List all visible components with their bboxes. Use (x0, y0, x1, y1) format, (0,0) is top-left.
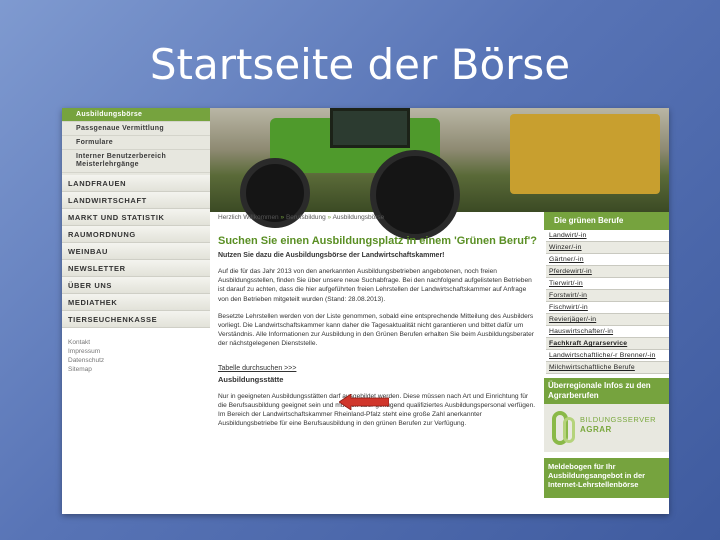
slide-title: Startseite der Börse (149, 40, 571, 89)
green-professions-header: Die grünen Berufe (544, 212, 669, 230)
subnav-passgenaue-vermittlung[interactable]: Passgenaue Vermittlung (62, 122, 210, 136)
meldebogen-box[interactable]: Meldebogen für Ihr Ausbildungsangebot in… (544, 458, 669, 498)
breadcrumb-berufsbildung[interactable]: Berufsbildung (286, 214, 326, 221)
lead-text: Nutzen Sie dazu die Ausbildungsbörse der… (218, 252, 445, 259)
breadcrumb: Herzlich Willkommen » Berufsbildung » Au… (218, 214, 538, 221)
breadcrumb-home[interactable]: Herzlich Willkommen (218, 214, 279, 221)
right-column: Die grünen Berufe Landwirt/-in Winzer/-i… (544, 212, 669, 514)
website-screenshot: Ausbildungsbörse Passgenaue Vermittlung … (62, 108, 669, 514)
nav-raumordnung[interactable]: RAUMORDNUNG (62, 226, 210, 243)
red-arrow-icon (339, 394, 389, 410)
footer-link-kontakt[interactable]: Kontakt (68, 338, 210, 347)
bildungsserver-agrar-logo[interactable]: BILDUNGSSERVER AGRAR (544, 404, 669, 452)
profession-link[interactable]: Milchwirtschaftliche Berufe (546, 362, 669, 374)
profession-link[interactable]: Tierwirt/-in (546, 278, 669, 290)
nav-weinbau[interactable]: WEINBAU (62, 243, 210, 260)
profession-link[interactable]: Revierjäger/-in (546, 314, 669, 326)
main-content: Herzlich Willkommen » Berufsbildung » Au… (214, 212, 542, 514)
subnav-ausbildungsboerse[interactable]: Ausbildungsbörse (62, 108, 210, 122)
nav-mediathek[interactable]: MEDIATHEK (62, 294, 210, 311)
footer-link-datenschutz[interactable]: Datenschutz (68, 356, 210, 365)
section-heading: Ausbildungsstätte (218, 374, 284, 384)
breadcrumb-current: Ausbildungsbörse (332, 214, 385, 221)
profession-link[interactable]: Gärtner/-in (546, 254, 669, 266)
profession-link[interactable]: Winzer/-in (546, 242, 669, 254)
profession-link[interactable]: Hauswirtschafter/-in (546, 326, 669, 338)
nav-markt-und-statistik[interactable]: MARKT UND STATISTIK (62, 209, 210, 226)
nav-landwirtschaft[interactable]: LANDWIRTSCHAFT (62, 192, 210, 209)
footer-link-sitemap[interactable]: Sitemap (68, 365, 210, 374)
sidebar: Ausbildungsbörse Passgenaue Vermittlung … (62, 108, 210, 514)
subnav-formulare[interactable]: Formulare (62, 136, 210, 150)
intro-paragraph: Auf die für das Jahr 2013 von den anerka… (218, 268, 532, 303)
header-tractor-photo (210, 108, 669, 240)
nav-landfrauen[interactable]: LANDFRAUEN (62, 175, 210, 192)
footer-link-impressum[interactable]: Impressum (68, 347, 210, 356)
logo-text-line1: BILDUNGSSERVER (580, 415, 657, 424)
sidebar-footer-links: Kontakt Impressum Datenschutz Sitemap (62, 328, 210, 374)
breadcrumb-separator: » (280, 214, 285, 221)
breadcrumb-separator: » (327, 214, 332, 221)
profession-link[interactable]: Fachkraft Agrarservice (546, 338, 669, 350)
info-paragraph: Besetzte Lehrstellen werden von der List… (218, 312, 534, 348)
nav-tierseuchenkasse[interactable]: TIERSEUCHENKASSE (62, 311, 210, 328)
sidebar-mainnav: LANDFRAUEN LANDWIRTSCHAFT MARKT UND STAT… (62, 175, 210, 328)
logo-mark-icon (563, 417, 575, 443)
profession-link[interactable]: Forstwirt/-in (546, 290, 669, 302)
nav-newsletter[interactable]: NEWSLETTER (62, 260, 210, 277)
page-title: Suchen Sie einen Ausbildungsplatz in ein… (218, 235, 537, 247)
profession-link[interactable]: Landwirt/-in (546, 230, 669, 242)
profession-link[interactable]: Pferdewirt/-in (546, 266, 669, 278)
regional-info-box[interactable]: Überregionale Infos zu den Agrarberufen (544, 378, 669, 404)
profession-link[interactable]: Landwirtschaftliche/-r Brenner/-in (546, 350, 669, 362)
subnav-interner-benutzerbereich[interactable]: Interner Benutzerbereich Meisterlehrgäng… (62, 150, 210, 173)
professions-list: Landwirt/-in Winzer/-in Gärtner/-in Pfer… (544, 230, 669, 374)
table-search-link[interactable]: Tabelle durchsuchen >>> (218, 365, 296, 372)
sidebar-subnav: Ausbildungsbörse Passgenaue Vermittlung … (62, 108, 210, 175)
nav-ueber-uns[interactable]: ÜBER UNS (62, 277, 210, 294)
logo-text-line2: AGRAR (580, 425, 612, 434)
profession-link[interactable]: Fischwirt/-in (546, 302, 669, 314)
